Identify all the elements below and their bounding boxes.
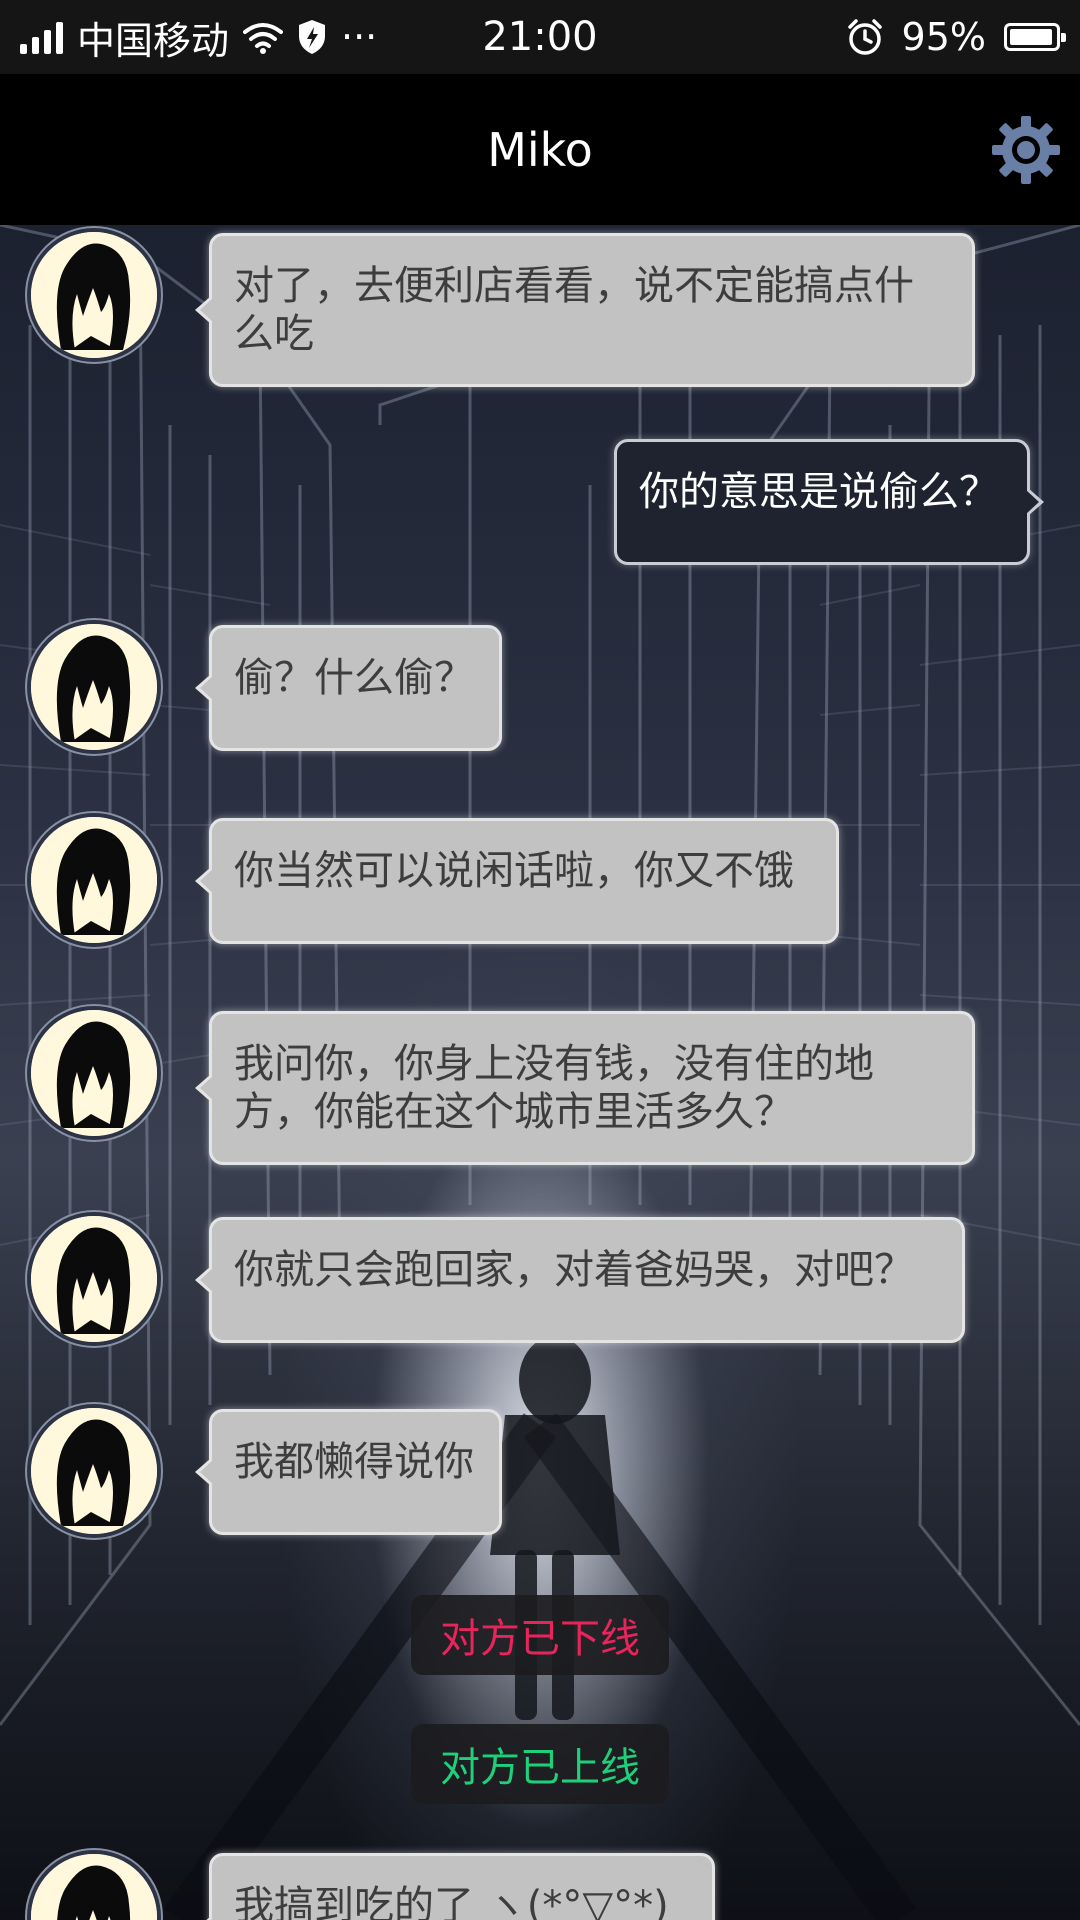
avatar-silhouette-icon <box>31 817 157 943</box>
avatar[interactable] <box>27 813 161 947</box>
battery-icon <box>1004 23 1066 51</box>
status-notice-offline: 对方已下线 <box>411 1595 669 1675</box>
message-list[interactable]: 对了，去便利店看看，说不定能搞点什么吃你的意思是说偷么？ 偷？什么偷？ 你当然可以说… <box>0 225 1080 1920</box>
battery-level-fill <box>1010 29 1052 45</box>
incoming-message-bubble[interactable]: 偷？什么偷？ <box>195 625 502 751</box>
avatar-silhouette-icon <box>31 232 157 358</box>
avatar[interactable] <box>27 1006 161 1140</box>
incoming-message-bubble[interactable]: 我都懒得说你 <box>195 1409 502 1535</box>
gear-icon[interactable] <box>990 114 1062 186</box>
alarm-icon <box>847 19 882 55</box>
chat-screen: 中国移动 ··· 21:00 95% Miko 对了，去便利店看看，说不定能搞点… <box>0 0 1080 1920</box>
avatar-silhouette-icon <box>31 624 157 750</box>
incoming-message-bubble[interactable]: 我搞到吃的了 ヽ(*°▽°*)ノ <box>195 1853 715 1920</box>
status-right: 95% <box>846 0 1066 74</box>
chat-header: Miko <box>0 74 1080 225</box>
avatar[interactable] <box>27 1212 161 1346</box>
avatar-silhouette-icon <box>31 1216 157 1342</box>
incoming-message-bubble[interactable]: 你就只会跑回家，对着爸妈哭，对吧？ <box>195 1217 965 1343</box>
incoming-message-bubble[interactable]: 你当然可以说闲话啦，你又不饿 <box>195 818 839 944</box>
chat-title: Miko <box>487 122 593 177</box>
avatar-silhouette-icon <box>31 1010 157 1136</box>
incoming-message-bubble[interactable]: 对了，去便利店看看，说不定能搞点什么吃 <box>195 233 975 387</box>
avatar[interactable] <box>27 228 161 362</box>
incoming-message-bubble[interactable]: 我问你，你身上没有钱，没有住的地方，你能在这个城市里活多久？ <box>195 1011 975 1165</box>
avatar[interactable] <box>27 1404 161 1538</box>
avatar-silhouette-icon <box>31 1408 157 1534</box>
status-notice-online: 对方已上线 <box>411 1724 669 1804</box>
battery-percent: 95% <box>901 15 986 59</box>
outgoing-message-bubble[interactable]: 你的意思是说偷么？ <box>614 439 1044 565</box>
status-bar: 中国移动 ··· 21:00 95% <box>0 0 1080 74</box>
avatar[interactable] <box>27 620 161 754</box>
